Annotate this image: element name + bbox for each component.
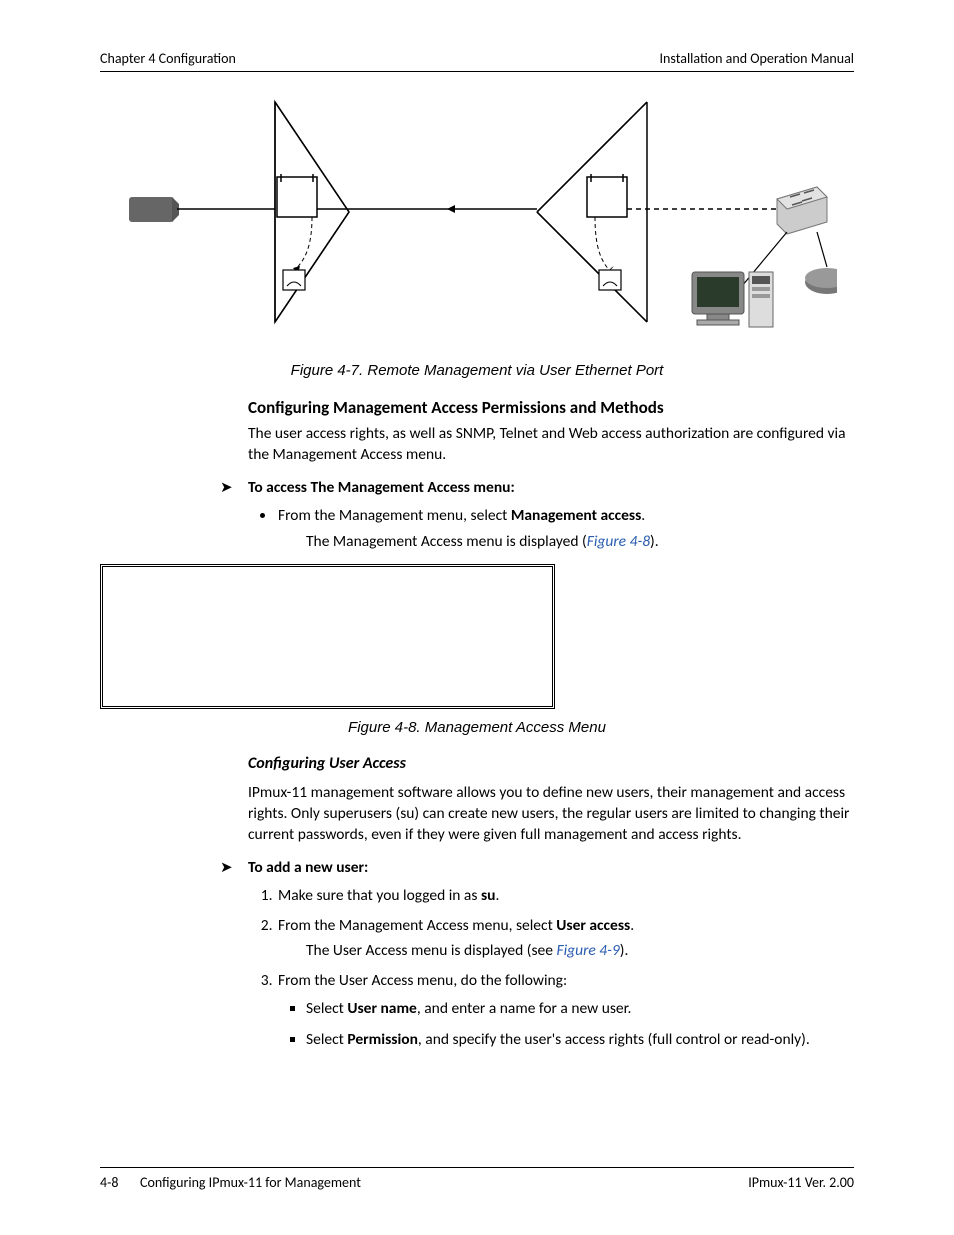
figure-4-7-diagram <box>100 92 854 352</box>
content-block-2: Configuring User Access IPmux-11 managem… <box>248 754 854 1051</box>
procedure-1-heading: To access The Management Access menu: <box>248 478 515 497</box>
network-diagram-svg <box>117 92 837 352</box>
procedure-2-heading: To add a new user: <box>248 858 368 877</box>
figure-4-8-caption: Figure 4-8. Management Access Menu <box>100 719 854 736</box>
procedure-2-step-2-result: The User Access menu is displayed (see F… <box>306 940 854 962</box>
procedure-2-step-3: From the User Access menu, do the follow… <box>276 970 854 1051</box>
figure-4-7-caption: Figure 4-7. Remote Management via User E… <box>100 362 854 379</box>
procedure-2-step-3-sub-2: Select Permission, and specify the user'… <box>306 1029 854 1051</box>
footer-right: IPmux-11 Ver. 2.00 <box>748 1174 854 1191</box>
xref-figure-4-8[interactable]: Figure 4-8 <box>587 532 650 551</box>
procedure-2-step-3-sub-1: Select User name, and enter a name for a… <box>306 998 854 1020</box>
procedure-2-step-1: Make sure that you logged in as su. <box>276 885 854 907</box>
xref-figure-4-9[interactable]: Figure 4-9 <box>556 941 619 960</box>
footer-center: Configuring IPmux-11 for Management <box>140 1174 748 1191</box>
header-right: Installation and Operation Manual <box>660 50 854 67</box>
figure-4-8-box <box>100 564 555 709</box>
header-left: Chapter 4 Configuration <box>100 50 236 67</box>
heading-config-user-access: Configuring User Access <box>248 754 854 773</box>
procedure-2-steps: Make sure that you logged in as su. From… <box>248 885 854 1051</box>
para-mgmt-access-intro: The user access rights, as well as SNMP,… <box>248 424 854 466</box>
content-block-1: Configuring Management Access Permission… <box>248 397 854 552</box>
para-user-access-intro: IPmux-11 management software allows you … <box>248 783 854 846</box>
procedure-2-step-2: From the Management Access menu, select … <box>276 915 854 962</box>
procedure-1-heading-row: ➤ To access The Management Access menu: <box>220 478 854 497</box>
procedure-1-result: The Management Access menu is displayed … <box>306 531 854 553</box>
procedure-1-steps: From the Management menu, select Managem… <box>248 505 854 552</box>
procedure-1-step-1: From the Management menu, select Managem… <box>276 505 854 552</box>
procedure-2-heading-row: ➤ To add a new user: <box>220 858 854 877</box>
heading-config-mgmt-access: Configuring Management Access Permission… <box>248 397 854 418</box>
arrow-icon: ➤ <box>220 480 248 497</box>
procedure-2-step-3-substeps: Select User name, and enter a name for a… <box>278 998 854 1051</box>
arrow-icon: ➤ <box>220 860 248 877</box>
page: Chapter 4 Configuration Installation and… <box>0 0 954 1235</box>
footer-page-number: 4-8 <box>100 1174 140 1191</box>
page-footer: 4-8 Configuring IPmux-11 for Management … <box>100 1167 854 1191</box>
page-header: Chapter 4 Configuration Installation and… <box>100 50 854 72</box>
